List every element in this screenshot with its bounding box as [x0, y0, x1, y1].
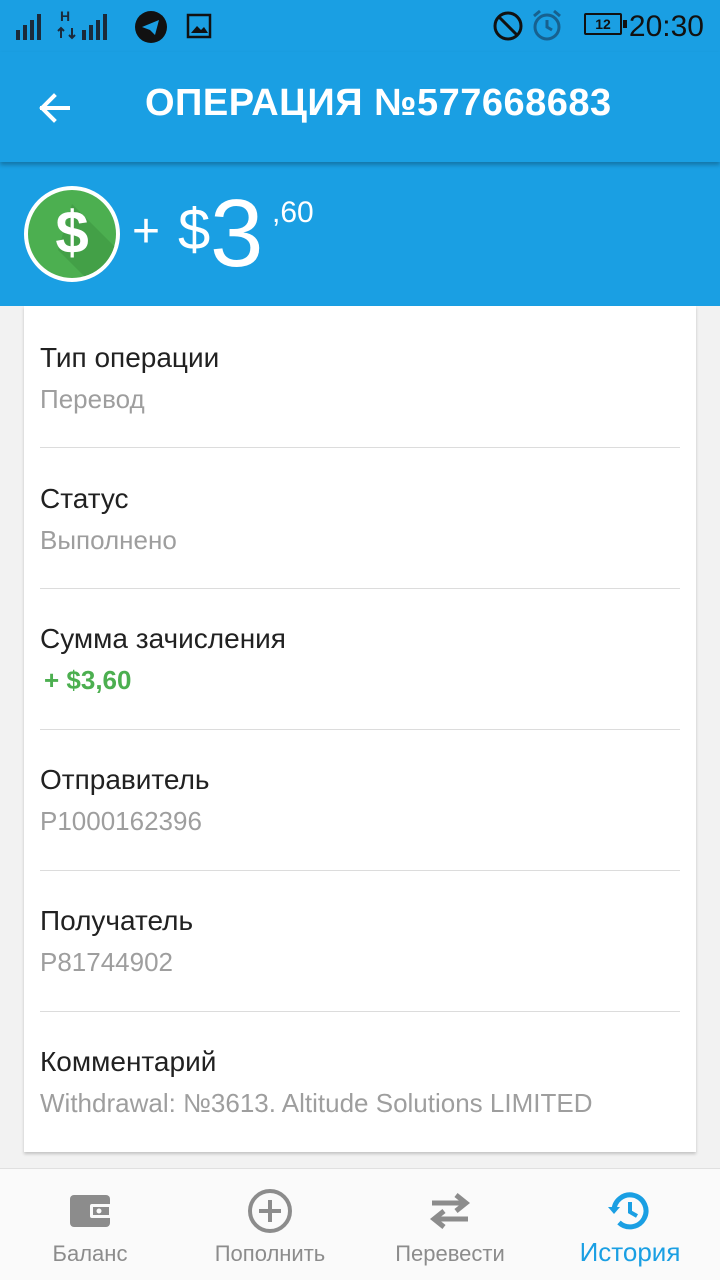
- detail-row-comment: Комментарий Withdrawal: №3613. Altitude …: [40, 1046, 680, 1119]
- coin-symbol: $: [55, 199, 89, 266]
- amount-header: $ + $ 3 ,60: [0, 162, 720, 306]
- detail-value: P81744902: [40, 947, 174, 977]
- amount-sign: +: [132, 205, 161, 258]
- swap-arrows-icon: [429, 1193, 471, 1229]
- nav-transfer[interactable]: Перевести: [360, 1169, 540, 1280]
- image-icon: [186, 13, 212, 39]
- detail-label: Комментарий: [40, 1046, 217, 1077]
- divider: [40, 447, 680, 448]
- data-arrows-icon: [57, 26, 76, 40]
- divider: [40, 588, 680, 589]
- history-icon: [608, 1192, 649, 1230]
- detail-row-status: Статус Выполнено: [40, 483, 680, 556]
- detail-value: Withdrawal: №3613. Altitude Solutions LI…: [40, 1088, 593, 1118]
- signal-icon: [16, 12, 41, 40]
- nav-label: Перевести: [395, 1241, 505, 1266]
- operation-details-card: Тип операции Перевод Статус Выполнено Су…: [24, 306, 696, 1152]
- nav-history[interactable]: История: [540, 1169, 720, 1280]
- amount-cents: ,60: [272, 196, 314, 229]
- detail-value: P1000162396: [40, 806, 202, 836]
- detail-label: Сумма зачисления: [40, 623, 286, 654]
- do-not-disturb-icon: [493, 11, 523, 41]
- detail-row-type: Тип операции Перевод: [40, 342, 680, 415]
- network-type-label: H: [60, 8, 71, 24]
- divider: [40, 870, 680, 871]
- amount-whole: 3: [210, 180, 264, 287]
- detail-label: Тип операции: [40, 342, 220, 373]
- nav-label: История: [579, 1237, 681, 1267]
- app-bar: ОПЕРАЦИЯ №577668683: [0, 52, 720, 162]
- detail-value: Выполнено: [40, 525, 177, 555]
- detail-value-positive: + $3,60: [44, 665, 132, 695]
- battery-level: 12: [595, 16, 611, 32]
- status-bar: H 12 20:30: [0, 0, 720, 52]
- detail-row-recipient: Получатель P81744902: [40, 905, 680, 978]
- nav-top-up[interactable]: Пополнить: [180, 1169, 360, 1280]
- divider: [40, 1011, 680, 1012]
- signal-icon-2: [82, 12, 107, 40]
- detail-value: Перевод: [40, 384, 145, 414]
- bottom-navigation: Баланс Пополнить Перевести История: [0, 1168, 720, 1280]
- detail-label: Статус: [40, 483, 129, 514]
- telegram-icon: [135, 11, 167, 43]
- detail-label: Отправитель: [40, 764, 210, 795]
- nav-balance[interactable]: Баланс: [0, 1169, 180, 1280]
- nav-label: Пополнить: [214, 1241, 326, 1266]
- divider: [40, 729, 680, 730]
- arrow-back-icon: [39, 93, 70, 123]
- battery-icon: 12: [584, 13, 627, 35]
- detail-row-credited-amount: Сумма зачисления + $3,60: [40, 623, 680, 696]
- page-title: ОПЕРАЦИЯ №577668683: [145, 82, 612, 124]
- amount-currency: $: [178, 197, 211, 262]
- back-button[interactable]: [30, 82, 82, 134]
- status-time: 20:30: [628, 10, 704, 43]
- detail-row-sender: Отправитель P1000162396: [40, 764, 680, 837]
- dollar-coin-icon: $: [24, 186, 120, 282]
- nav-label: Баланс: [52, 1241, 128, 1266]
- wallet-icon: [70, 1195, 112, 1227]
- alarm-icon: [533, 9, 561, 41]
- detail-label: Получатель: [40, 905, 194, 936]
- add-circle-icon: [248, 1189, 292, 1233]
